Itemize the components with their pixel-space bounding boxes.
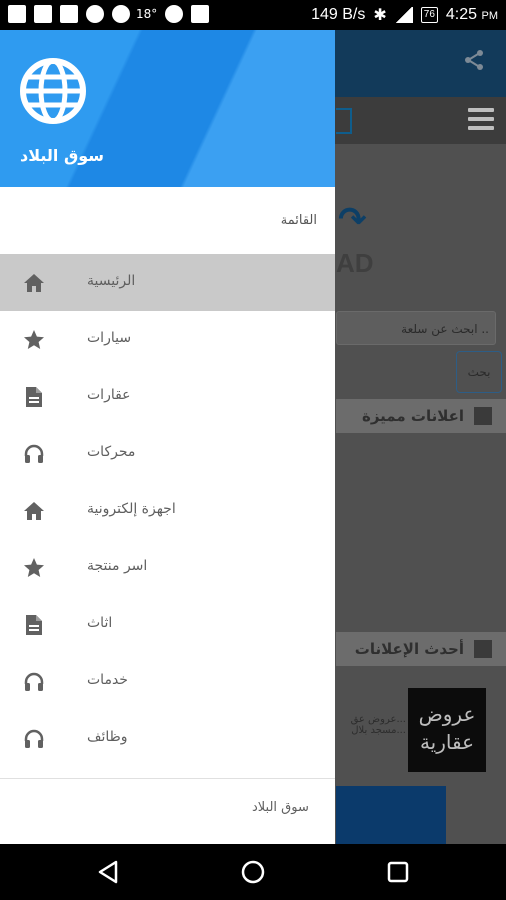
drawer-header: سوق البلاد	[0, 30, 335, 187]
menu-item-engines[interactable]: محركات	[0, 425, 335, 482]
recents-button-icon[interactable]	[382, 856, 414, 888]
menu-item-productive-families[interactable]: اسر منتجة	[0, 539, 335, 596]
menu-item-services[interactable]: خدمات	[0, 653, 335, 710]
menu-item-furniture[interactable]: اثاث	[0, 596, 335, 653]
drawer-divider	[0, 778, 335, 779]
soccer-ball-icon	[86, 5, 104, 23]
download-done-icon	[191, 5, 210, 23]
headphones-icon	[24, 444, 44, 463]
headphones-icon	[24, 729, 44, 748]
menu-item-home[interactable]: الرئيسية	[0, 254, 335, 311]
system-navigation-bar	[0, 844, 506, 900]
network-speed: 149 B/s	[311, 6, 366, 23]
star-icon	[24, 330, 44, 349]
document-icon	[26, 387, 42, 407]
menu-item-real-estate[interactable]: عقارات	[0, 368, 335, 425]
snapchat-icon	[112, 5, 130, 23]
drawer-menu: الرئيسية سيارات عقارات محركات اجهزة إلكت…	[0, 254, 335, 767]
signal-icon	[394, 7, 413, 23]
home-icon	[24, 274, 44, 292]
drawer-footer-item[interactable]: سوق البلاد	[252, 800, 309, 815]
clock: 4:25 PM	[445, 6, 498, 23]
menu-item-label: سيارات	[87, 330, 132, 346]
back-button-icon[interactable]	[92, 856, 124, 888]
document-icon	[26, 615, 42, 635]
menu-item-label: محركات	[87, 444, 136, 460]
menu-item-label: اجهزة إلكترونية	[87, 501, 176, 517]
globe-icon	[20, 58, 86, 124]
drawer-header-title: سوق البلاد	[20, 146, 105, 165]
app-notification-icon	[60, 5, 78, 23]
facebook-icon	[8, 5, 26, 23]
menu-item-cars[interactable]: سيارات	[0, 311, 335, 368]
navigation-drawer: سوق البلاد القائمة الرئيسية سيارات عقارا…	[0, 30, 335, 844]
headphones-icon	[24, 672, 44, 691]
menu-item-label: اثاث	[87, 615, 113, 631]
battery-icon: 76	[420, 7, 438, 23]
status-bar: 18° 149 B/s ✱ 76 4:25 PM	[0, 0, 506, 30]
twitter-icon	[165, 5, 184, 23]
mail-icon	[34, 5, 52, 23]
menu-item-jobs[interactable]: وظائف	[0, 710, 335, 767]
bluetooth-icon: ✱	[373, 7, 387, 24]
menu-item-electronics[interactable]: اجهزة إلكترونية	[0, 482, 335, 539]
home-icon	[24, 502, 44, 520]
home-button-icon[interactable]	[237, 856, 269, 888]
menu-item-label: عقارات	[87, 387, 131, 403]
menu-item-label: اسر منتجة	[87, 558, 148, 574]
temperature: 18°	[136, 7, 158, 21]
menu-item-label: وظائف	[87, 729, 128, 745]
menu-item-label: الرئيسية	[87, 273, 136, 289]
menu-item-label: خدمات	[87, 672, 128, 688]
star-icon	[24, 558, 44, 577]
menu-caption: القائمة	[280, 213, 317, 228]
